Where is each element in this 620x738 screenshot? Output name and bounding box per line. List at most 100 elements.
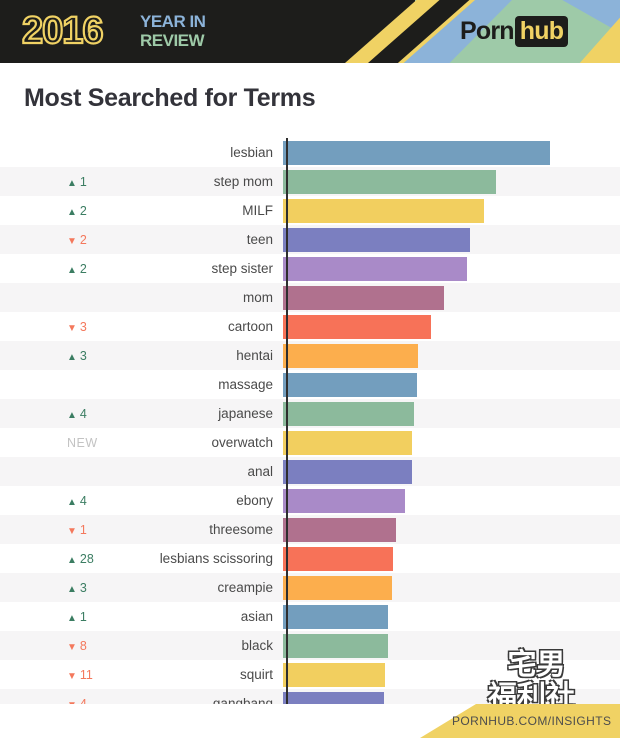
bar (283, 662, 386, 687)
bar-track (283, 225, 620, 254)
bar (283, 314, 432, 339)
arrow-up-icon: ▲ (67, 409, 77, 421)
rank-change-cell: ▲ 3 (0, 349, 118, 363)
rank-change-cell: ▲ 1 (0, 175, 118, 189)
table-row: ▲ 2 step sister (0, 254, 620, 283)
table-row: mom (0, 283, 620, 312)
table-row: anal (0, 457, 620, 486)
footer: PORNHUB.COM/INSIGHTS (0, 704, 620, 738)
bar-track (283, 370, 620, 399)
page-title: Most Searched for Terms (24, 84, 316, 112)
rank-change-cell: ▲ 4 (0, 494, 118, 508)
rank-change-value: 4 (79, 406, 87, 421)
rank-change-cell: ▲ 4 (0, 407, 118, 421)
search-term-label: creampie (217, 580, 273, 595)
search-term-label: hentai (236, 348, 273, 363)
bar-track (283, 138, 620, 167)
table-row: ▲ 4 japanese (0, 399, 620, 428)
search-term-label: ebony (236, 493, 273, 508)
rank-change-new-badge: NEW (67, 435, 98, 450)
year-logo-text: 2016 (21, 10, 105, 52)
bar (283, 372, 417, 397)
rank-change-value: 1 (79, 609, 87, 624)
rank-change-value: 2 (79, 261, 87, 276)
search-term-label: massage (218, 377, 273, 392)
bar (283, 633, 389, 658)
search-term-label: lesbians scissoring (159, 551, 273, 566)
search-term-label: asian (240, 609, 273, 624)
bar-track (283, 428, 620, 457)
table-row: ▲ 2 MILF (0, 196, 620, 225)
search-term-label: overwatch (211, 435, 273, 450)
bar-chart: RANK CHANGE 2016 lesbian▲1step mom▲2MILF… (0, 138, 620, 718)
bar (283, 256, 467, 281)
pornhub-logo-porn: Porn (460, 17, 515, 45)
bar (283, 343, 418, 368)
table-row: ▼ 3 cartoon (0, 312, 620, 341)
bar-track (283, 196, 620, 225)
rank-change-value: 2 (79, 232, 87, 247)
bar-track (283, 544, 620, 573)
rank-change-value: 3 (79, 319, 87, 334)
rank-change-value: 3 (79, 580, 87, 595)
bar (283, 488, 406, 513)
year-in-review-logo: YEAR IN REVIEW (140, 12, 206, 50)
bar-track (283, 457, 620, 486)
arrow-down-icon: ▼ (67, 641, 77, 653)
arrow-up-icon: ▲ (67, 583, 77, 595)
arrow-down-icon: ▼ (67, 670, 77, 682)
rank-change-value: 4 (79, 493, 87, 508)
search-term-label: black (241, 638, 273, 653)
rank-change-cell: ▲ 1 (0, 610, 118, 624)
search-term-label: lesbian (230, 145, 273, 160)
rank-change-value: 28 (79, 551, 94, 566)
year-in-text: YEAR IN (140, 12, 206, 31)
review-text: REVIEW (140, 31, 205, 50)
bar-track (283, 602, 620, 631)
search-term-label: MILF (242, 203, 273, 218)
rank-change-value: 1 (79, 522, 87, 537)
table-row: ▲ 4 ebony (0, 486, 620, 515)
rank-change-cell: ▲ 2 (0, 204, 118, 218)
rank-change-value: 11 (79, 667, 93, 682)
bar (283, 604, 389, 629)
rank-change-cell: ▼ 2 (0, 233, 118, 247)
arrow-down-icon: ▼ (67, 235, 77, 247)
table-row: ▼ 2 teen (0, 225, 620, 254)
bar-track (283, 341, 620, 370)
search-term-label: threesome (209, 522, 273, 537)
arrow-up-icon: ▲ (67, 554, 77, 566)
search-term-label: anal (247, 464, 273, 479)
table-row: NEW overwatch (0, 428, 620, 457)
bar (283, 401, 414, 426)
bar (283, 140, 550, 165)
bar-track (283, 631, 620, 660)
rank-change-cell: NEW (0, 436, 118, 450)
rank-change-value: 8 (79, 638, 87, 653)
rank-change-value: 1 (79, 174, 87, 189)
rank-change-cell: ▼ 3 (0, 320, 118, 334)
search-term-label: japanese (218, 406, 273, 421)
rank-change-cell: ▼ 11 (0, 668, 118, 682)
search-term-label: step sister (211, 261, 273, 276)
bar (283, 198, 485, 223)
arrow-up-icon: ▲ (67, 496, 77, 508)
bar (283, 227, 470, 252)
bar (283, 430, 413, 455)
footer-url[interactable]: PORNHUB.COM/INSIGHTS (452, 714, 611, 728)
table-row: ▲ 3 creampie (0, 573, 620, 602)
table-row: ▼ 8 black (0, 631, 620, 660)
bar-track (283, 399, 620, 428)
rank-change-value: 2 (79, 203, 87, 218)
bar-track (283, 573, 620, 602)
year-logo: 2016 (21, 10, 105, 52)
pornhub-logo: Porn hub (460, 16, 569, 47)
poster-root: 2016 YEAR IN REVIEW Porn hub Most Searche… (0, 0, 620, 738)
chart-rows: lesbian ▲ 1 step mom ▲ 2 MILF ▼ 2 teen ▲ 2 step sist… (0, 138, 620, 718)
arrow-down-icon: ▼ (67, 525, 77, 537)
rank-change-cell: ▼ 8 (0, 639, 118, 653)
table-row: ▼ 1 threesome (0, 515, 620, 544)
header-banner: 2016 YEAR IN REVIEW Porn hub (0, 0, 620, 63)
arrow-down-icon: ▼ (67, 322, 77, 334)
arrow-up-icon: ▲ (67, 351, 77, 363)
